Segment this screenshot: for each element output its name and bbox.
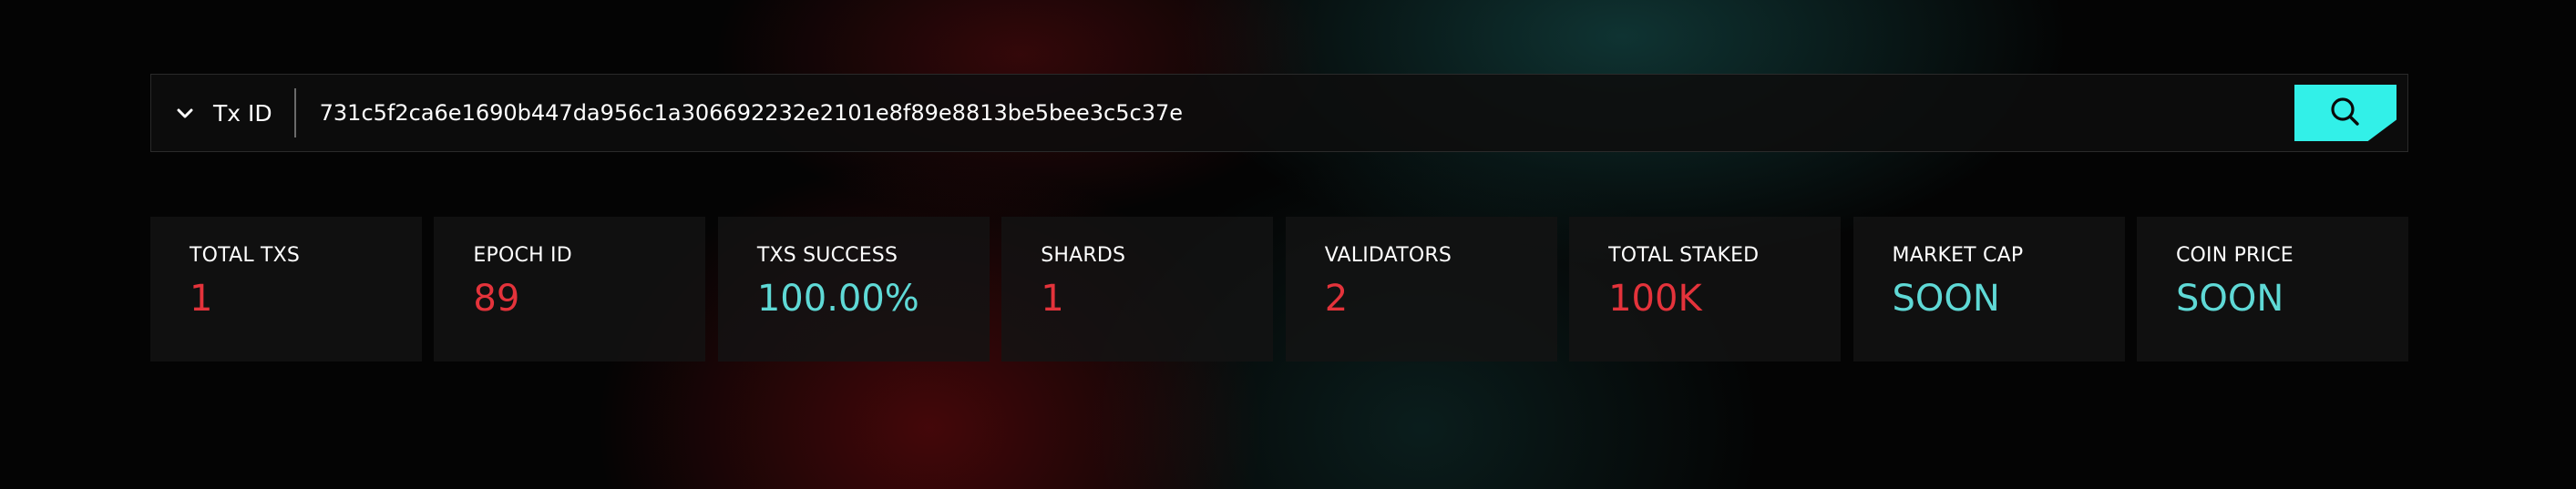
stat-label: EPOCH ID <box>473 244 572 267</box>
page-background: Tx ID TOTAL TXS 1 EPOCH ID 89 TXS SUCCES… <box>0 0 2576 489</box>
stat-card-market-cap: MARKET CAP SOON <box>1852 217 2125 362</box>
stat-value: 89 <box>473 278 520 320</box>
stat-value: SOON <box>1892 278 2000 320</box>
stat-value: 100.00% <box>756 278 919 320</box>
search-type-label: Tx ID <box>213 99 272 127</box>
stat-label: TOTAL STAKED <box>1608 244 1760 267</box>
stat-card-coin-price: COIN PRICE SOON <box>2136 217 2408 362</box>
stat-label: COIN PRICE <box>2175 244 2294 267</box>
stat-card-shards: SHARDS 1 <box>1001 217 1274 362</box>
stat-value: 1 <box>1041 278 1064 320</box>
chevron-down-icon <box>175 103 195 123</box>
search-icon <box>2327 94 2364 133</box>
stat-card-total-txs: TOTAL TXS 1 <box>150 217 422 362</box>
search-type-dropdown[interactable]: Tx ID <box>151 75 294 151</box>
stat-value: 100K <box>1608 278 1702 320</box>
search-input[interactable] <box>295 75 2294 151</box>
stat-card-epoch-id: EPOCH ID 89 <box>434 217 706 362</box>
stat-card-validators: VALIDATORS 2 <box>1285 217 1557 362</box>
stat-value: 2 <box>1324 278 1349 320</box>
stat-label: TOTAL TXS <box>190 244 301 267</box>
stat-value: SOON <box>2175 278 2284 320</box>
stat-label: TXS SUCCESS <box>756 244 898 267</box>
search-button[interactable] <box>2294 85 2396 141</box>
stat-label: VALIDATORS <box>1324 244 1452 267</box>
stat-card-total-staked: TOTAL STAKED 100K <box>1569 217 1842 362</box>
stat-value: 1 <box>190 278 213 320</box>
stats-row: TOTAL TXS 1 EPOCH ID 89 TXS SUCCESS 100.… <box>150 217 2408 362</box>
search-bar: Tx ID <box>150 74 2408 152</box>
stat-card-txs-success: TXS SUCCESS 100.00% <box>717 217 990 362</box>
stat-label: MARKET CAP <box>1892 244 2024 267</box>
stat-label: SHARDS <box>1041 244 1126 267</box>
